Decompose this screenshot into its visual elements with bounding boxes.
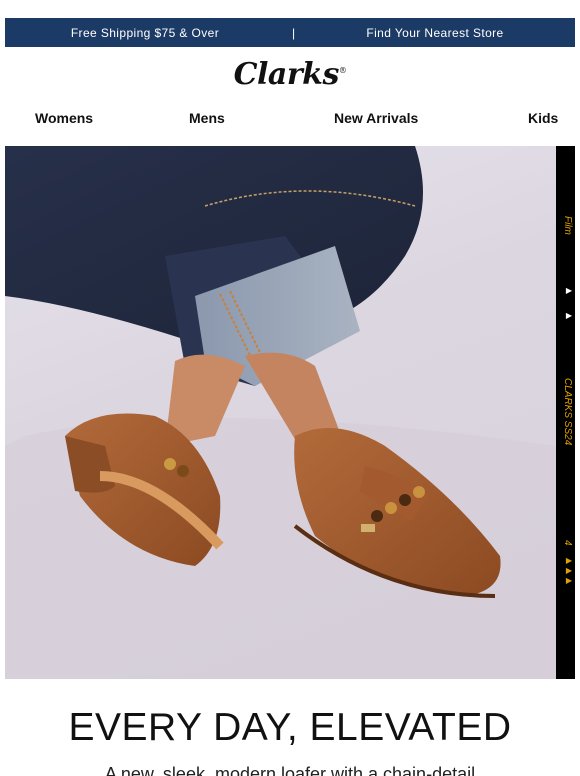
find-store-link[interactable]: Find Your Nearest Store xyxy=(295,26,575,40)
hero-subtext: A new, sleek, modern loafer with a chain… xyxy=(104,764,476,776)
nav-womens[interactable]: Womens xyxy=(35,110,93,126)
film-strip: Film ▶ ▶ CLARKS SS24 4 ▶ ▶ ▶ xyxy=(556,146,575,679)
page-headline: EVERY DAY, ELEVATED xyxy=(68,706,512,749)
nav-new-arrivals[interactable]: New Arrivals xyxy=(334,110,418,126)
free-shipping-link[interactable]: Free Shipping $75 & Over xyxy=(5,26,285,40)
film-triangle-icon: ▶ xyxy=(565,566,572,575)
clarks-logo[interactable]: Clarks® xyxy=(0,57,580,92)
logo-registered-mark: ® xyxy=(338,66,347,75)
main-nav: Womens Mens New Arrivals Kids xyxy=(0,110,580,130)
logo-text: Clarks xyxy=(233,57,340,92)
film-brand-label: CLARKS SS24 xyxy=(562,378,573,446)
promo-bar: Free Shipping $75 & Over | Find Your Nea… xyxy=(5,18,575,47)
nav-mens[interactable]: Mens xyxy=(189,110,225,126)
film-triangle-icon: ▶ xyxy=(565,556,572,565)
film-label: Film xyxy=(562,216,573,235)
hero-illustration xyxy=(5,146,556,679)
film-number-label: 4 xyxy=(562,540,573,546)
hero-image[interactable]: Film ▶ ▶ CLARKS SS24 4 ▶ ▶ ▶ xyxy=(5,146,575,679)
film-arrow-icon: ▶ xyxy=(565,286,572,295)
nav-kids[interactable]: Kids xyxy=(528,110,558,126)
film-arrow-icon: ▶ xyxy=(565,311,572,320)
film-triangle-icon: ▶ xyxy=(565,576,572,585)
